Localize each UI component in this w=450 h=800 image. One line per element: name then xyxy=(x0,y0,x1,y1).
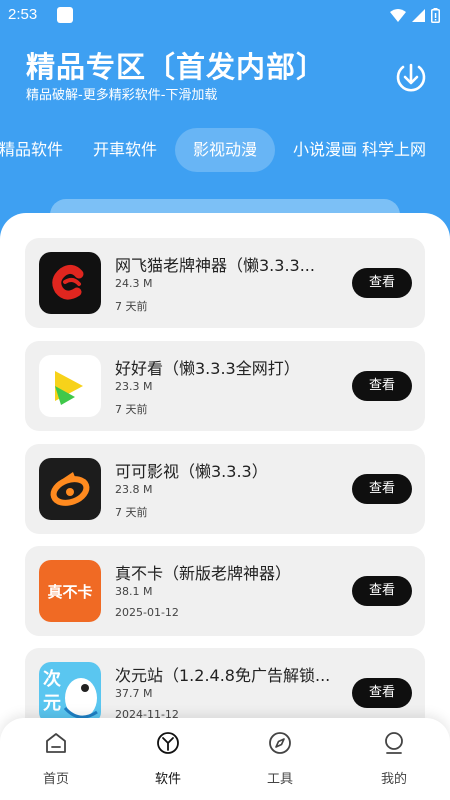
notification-app-icon xyxy=(57,7,73,23)
haohaokan-logo-icon xyxy=(55,371,83,405)
app-name: 次元站（1.2.4.8免广告解锁... xyxy=(115,666,331,685)
app-icon xyxy=(39,355,101,417)
app-date: 7 天前 xyxy=(115,403,148,416)
app-size: 38.1 M xyxy=(115,585,153,598)
profile-icon xyxy=(385,732,403,754)
app-size: 23.3 M xyxy=(115,380,153,393)
compass-icon xyxy=(269,732,291,754)
app-icon xyxy=(39,458,101,520)
wifi-icon xyxy=(390,9,406,22)
nav-item-software[interactable]: 软件 xyxy=(128,730,208,790)
app-card[interactable]: 网飞猫老牌神器（懒3.3.3... 24.3 M 7 天前 查看 xyxy=(25,238,425,328)
download-button[interactable] xyxy=(392,58,430,96)
app-card[interactable]: 真不卡 真不卡（新版老牌神器） 38.1 M 2025-01-12 查看 xyxy=(25,546,425,636)
view-button[interactable]: 查看 xyxy=(352,268,412,298)
app-card[interactable]: 好好看（懒3.3.3全网打） 23.3 M 7 天前 查看 xyxy=(25,341,425,431)
view-button[interactable]: 查看 xyxy=(352,474,412,504)
nav-label-profile: 我的 xyxy=(380,772,407,787)
app-size: 23.8 M xyxy=(115,483,153,496)
status-icons xyxy=(390,8,440,23)
wangfeimao-logo-icon xyxy=(52,264,84,300)
tab-kaiche[interactable]: 开車软件 xyxy=(82,128,168,172)
nav-label-home: 首页 xyxy=(42,772,69,787)
app-icon: 次元 xyxy=(39,662,101,724)
bottom-nav: 首页 软件 工具 我的 xyxy=(0,718,450,800)
download-icon xyxy=(396,63,426,92)
app-date: 7 天前 xyxy=(115,300,148,313)
keke-logo-icon xyxy=(50,472,90,506)
page-subtitle: 精品破解-更多精彩软件-下滑加载 xyxy=(26,88,218,103)
app-icon xyxy=(39,252,101,314)
view-button[interactable]: 查看 xyxy=(352,371,412,401)
nav-label-tools: 工具 xyxy=(266,772,293,787)
app-name: 真不卡（新版老牌神器） xyxy=(115,564,292,583)
app-card[interactable]: 可可影视（懒3.3.3） 23.8 M 7 天前 查看 xyxy=(25,444,425,534)
app-name: 好好看（懒3.3.3全网打） xyxy=(115,359,300,378)
app-icon: 真不卡 xyxy=(39,560,101,622)
app-size: 24.3 M xyxy=(115,277,153,290)
nav-item-profile[interactable]: 我的 xyxy=(354,730,434,790)
nav-label-software: 软件 xyxy=(154,772,181,787)
tab-yingshi[interactable]: 影视动漫 xyxy=(175,128,275,172)
nav-item-tools[interactable]: 工具 xyxy=(240,730,320,790)
view-button[interactable]: 查看 xyxy=(352,678,412,708)
zhenbuka-logo-icon: 真不卡 xyxy=(47,582,93,601)
software-icon xyxy=(157,732,179,754)
tab-jingpin[interactable]: 精品软件 xyxy=(0,128,74,172)
category-tabs: 精品软件 开車软件 影视动漫 小说漫画 科学上网 xyxy=(0,128,450,174)
app-name: 网飞猫老牌神器（懒3.3.3... xyxy=(115,256,315,275)
app-date: 7 天前 xyxy=(115,506,148,519)
home-icon xyxy=(46,733,66,753)
app-size: 37.7 M xyxy=(115,687,153,700)
cellular-signal-icon xyxy=(412,9,425,22)
nav-item-home[interactable]: 首页 xyxy=(16,730,96,790)
app-name: 可可影视（懒3.3.3） xyxy=(115,462,268,481)
tab-xiaoshuo[interactable]: 小说漫画 xyxy=(282,128,368,172)
battery-icon xyxy=(431,8,440,23)
page-title: 精品专区〔首发内部〕 xyxy=(26,50,327,84)
view-button[interactable]: 查看 xyxy=(352,576,412,606)
app-date: 2025-01-12 xyxy=(115,606,179,619)
ciyuanzhan-logo-text: 次元 xyxy=(43,669,61,714)
tab-kexue[interactable]: 科学上网 xyxy=(358,128,450,172)
status-time: 2:53 xyxy=(8,6,38,23)
status-bar: 2:53 xyxy=(0,0,450,32)
